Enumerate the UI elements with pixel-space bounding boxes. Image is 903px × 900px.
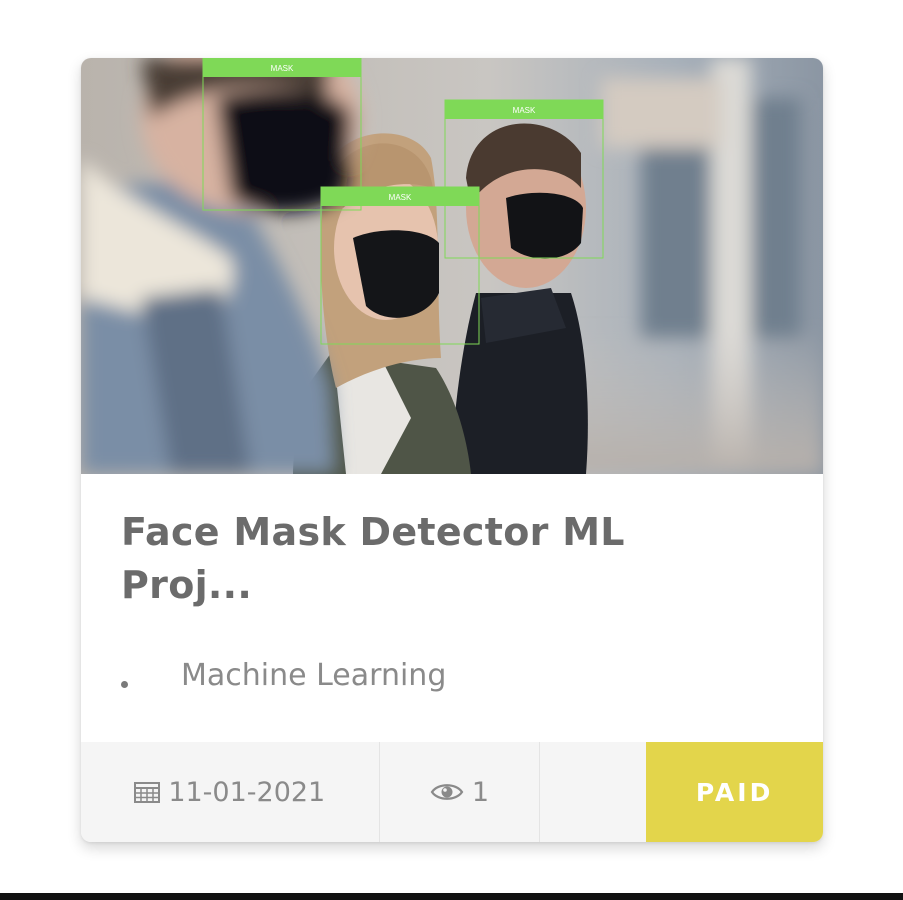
- date-text: 11-01-2021: [168, 776, 326, 808]
- bullet-icon: [121, 680, 128, 688]
- screen-bottom-bar: [0, 893, 903, 900]
- views-count: 1: [471, 776, 490, 808]
- views-cell: 1: [380, 742, 541, 842]
- project-title[interactable]: Face Mask Detector ML Proj...: [121, 506, 761, 612]
- calendar-grid-icon: [134, 781, 161, 803]
- detection-label: MASK: [389, 193, 412, 202]
- thumbnail-image: MASK MASK MASK: [81, 58, 823, 474]
- project-thumbnail[interactable]: MASK MASK MASK: [81, 58, 823, 474]
- card-footer: 11-01-2021 1 PAID: [81, 742, 823, 842]
- footer-spacer: [540, 742, 646, 842]
- paid-badge[interactable]: PAID: [646, 742, 823, 842]
- eye-icon: [430, 781, 464, 803]
- project-card[interactable]: MASK MASK MASK Face Mask Detector ML Pro…: [81, 58, 823, 842]
- category-label[interactable]: Machine Learning: [181, 658, 446, 693]
- detection-label: MASK: [271, 64, 294, 73]
- detection-label: MASK: [513, 106, 536, 115]
- date-cell: 11-01-2021: [81, 742, 380, 842]
- category-item: Machine Learning: [121, 655, 446, 695]
